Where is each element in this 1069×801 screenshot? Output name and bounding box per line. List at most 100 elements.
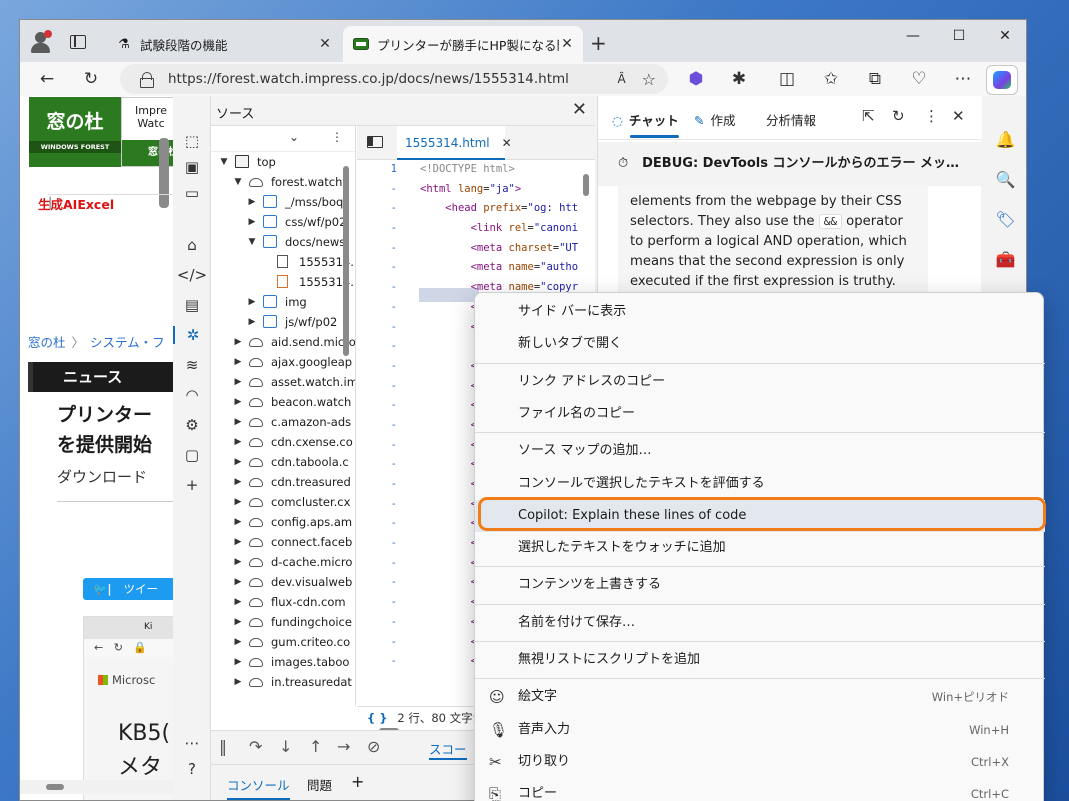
scope-tab[interactable]: スコー	[429, 739, 467, 760]
tree-scrollbar[interactable]	[343, 166, 349, 356]
tree-item[interactable]: ▶ c.amazon-ads	[211, 412, 355, 432]
url-text[interactable]: https://forest.watch.impress.co.jp/docs/…	[168, 71, 617, 87]
add-tab-icon[interactable]: +	[351, 772, 364, 791]
code-line[interactable]: - <html lang="ja">	[357, 180, 595, 200]
close-tab-icon[interactable]: ✕	[559, 36, 575, 52]
expand-arrow-icon[interactable]: ▶	[233, 532, 243, 552]
split-screen-icon[interactable]: ◫	[774, 66, 800, 92]
code-line[interactable]: - <link rel="canoni	[357, 219, 595, 239]
expand-arrow-icon[interactable]: ▶	[233, 332, 243, 352]
read-aloud-icon[interactable]: Ȃ	[617, 72, 625, 86]
menu-item[interactable]: ファイル名のコピー	[475, 398, 1045, 430]
line-number[interactable]: -	[357, 199, 397, 219]
expand-arrow-icon[interactable]: ▶	[233, 572, 243, 592]
line-number[interactable]: -	[357, 396, 397, 416]
line-number[interactable]: -	[357, 573, 397, 593]
line-number[interactable]: -	[357, 258, 397, 278]
refresh-icon[interactable]: ↻	[78, 66, 104, 92]
tree-item[interactable]: 1555314.	[211, 252, 355, 272]
shopping-tag-icon[interactable]: 🏷	[983, 210, 1026, 229]
menu-item[interactable]: リンク アドレスのコピー	[475, 366, 1045, 398]
expand-arrow-icon[interactable]: ▶	[233, 672, 243, 692]
tree-item[interactable]: ▶ fundingchoice	[211, 612, 355, 632]
line-number[interactable]: -	[357, 357, 397, 377]
help-icon[interactable]: ?	[173, 760, 211, 778]
expand-arrow-icon[interactable]: ▶	[247, 292, 257, 312]
expand-arrow-icon[interactable]: ▶	[233, 452, 243, 472]
line-number[interactable]: -	[357, 475, 397, 495]
expand-arrow-icon[interactable]: ▶	[233, 472, 243, 492]
memory-chip-icon[interactable]: ⚙	[173, 416, 211, 434]
expand-arrow-icon[interactable]: ▶	[233, 412, 243, 432]
tree-item[interactable]: ▶ aid.send.micro	[211, 332, 355, 352]
more-menu-icon[interactable]: ⋯	[950, 66, 976, 92]
toggle-navigator-icon[interactable]	[367, 136, 383, 148]
more-options-icon[interactable]: ⋮	[924, 107, 939, 125]
tree-item[interactable]: ▶ dev.visualweb	[211, 572, 355, 592]
performance-gauge-icon[interactable]: ◠	[173, 386, 211, 404]
expand-arrow-icon[interactable]: ▶	[233, 552, 243, 572]
extension-icon[interactable]: ⬢	[683, 66, 709, 92]
menu-item[interactable]: 無視リストにスクリプトを追加	[475, 644, 1045, 676]
welcome-home-icon[interactable]: ⌂	[173, 236, 211, 254]
link-excel[interactable]: Excel	[77, 197, 114, 212]
tree-item[interactable]: ▼ forest.watch.i	[211, 172, 355, 192]
more-tools-plus-icon[interactable]: +	[173, 476, 211, 494]
menu-item[interactable]: 選択したテキストをウォッチに追加	[475, 532, 1045, 564]
copilot-icon[interactable]	[986, 65, 1018, 95]
tweet-button[interactable]: 🐦| ツイー	[83, 578, 173, 600]
tree-item[interactable]: ▶ cdn.taboola.c	[211, 452, 355, 472]
pause-icon[interactable]: ‖	[219, 737, 227, 756]
network-icon[interactable]: ≋	[173, 356, 211, 374]
lock-icon[interactable]	[140, 72, 154, 88]
performance-icon[interactable]: ♡	[906, 66, 932, 92]
line-number[interactable]: -	[357, 416, 397, 436]
favorites-icon[interactable]: ✩	[818, 66, 844, 92]
navigator-dropdown-icon[interactable]: ⌄	[289, 130, 299, 144]
tree-item[interactable]: ▶ beacon.watch	[211, 392, 355, 412]
inspect-icon[interactable]: ⬚	[173, 132, 211, 150]
favorite-star-icon[interactable]: ☆	[642, 70, 656, 89]
tree-item[interactable]: ▶ d-cache.micro	[211, 552, 355, 572]
sources-bug-icon[interactable]: ✲	[173, 326, 211, 344]
tree-item[interactable]: ▶ flux-cdn.com	[211, 592, 355, 612]
tab-insights[interactable]: 分析情報	[766, 110, 816, 129]
menu-item[interactable]: ✂ 切り取り Ctrl+X	[475, 746, 1045, 778]
expand-arrow-icon[interactable]: ▼	[247, 232, 257, 252]
line-number[interactable]: -	[357, 514, 397, 534]
menu-item[interactable]: コンソールで選択したテキストを評価する	[475, 468, 1045, 500]
tab-experiments[interactable]: ⚗ 試験段階の機能 ✕	[106, 26, 341, 62]
elements-icon[interactable]: </>	[173, 266, 211, 284]
editor-scrollbar[interactable]	[583, 174, 589, 196]
tree-item[interactable]: ▶ connect.faceb	[211, 532, 355, 552]
line-number[interactable]: -	[357, 337, 397, 357]
device-emulation-icon[interactable]: ▣	[173, 158, 211, 176]
line-number[interactable]: -	[357, 239, 397, 259]
page-horizontal-scrollbar[interactable]	[20, 780, 173, 794]
menu-item[interactable]: 新しいタブで開く	[475, 328, 1045, 360]
close-panel-icon[interactable]: ✕	[572, 99, 587, 120]
menu-item[interactable]: 🎙 音声入力 Win+H	[475, 714, 1045, 746]
tree-item[interactable]: ▶ in.treasuredat	[211, 672, 355, 692]
new-tab-button[interactable]: +	[590, 31, 607, 55]
line-number[interactable]: -	[357, 633, 397, 653]
line-number[interactable]: -	[357, 613, 397, 633]
open-in-new-icon[interactable]: ⇱	[862, 107, 875, 125]
code-line[interactable]: - <meta charset="UT	[357, 239, 595, 259]
tree-item[interactable]: ▶ images.taboo	[211, 652, 355, 672]
line-number[interactable]: -	[357, 495, 397, 515]
tree-item[interactable]: ▶ ajax.googleap	[211, 352, 355, 372]
search-icon[interactable]: 🔍	[983, 170, 1026, 189]
file-tab[interactable]: 1555314.html ✕	[397, 126, 512, 160]
step-out-icon[interactable]: ↑	[309, 737, 322, 756]
line-number[interactable]: -	[357, 534, 397, 554]
deactivate-breakpoints-icon[interactable]: ⊘	[367, 737, 380, 756]
page-scrollbar[interactable]	[159, 138, 169, 208]
line-number[interactable]: -	[357, 593, 397, 613]
tab-console[interactable]: コンソール	[227, 775, 290, 800]
tree-item[interactable]: ▶ img	[211, 292, 355, 312]
code-line[interactable]: 1 <!DOCTYPE html>	[357, 160, 595, 180]
expand-arrow-icon[interactable]: ▼	[233, 172, 243, 192]
tree-item[interactable]: ▶ js/wf/p02	[211, 312, 355, 332]
toolbox-icon[interactable]: 🧰	[983, 250, 1026, 269]
